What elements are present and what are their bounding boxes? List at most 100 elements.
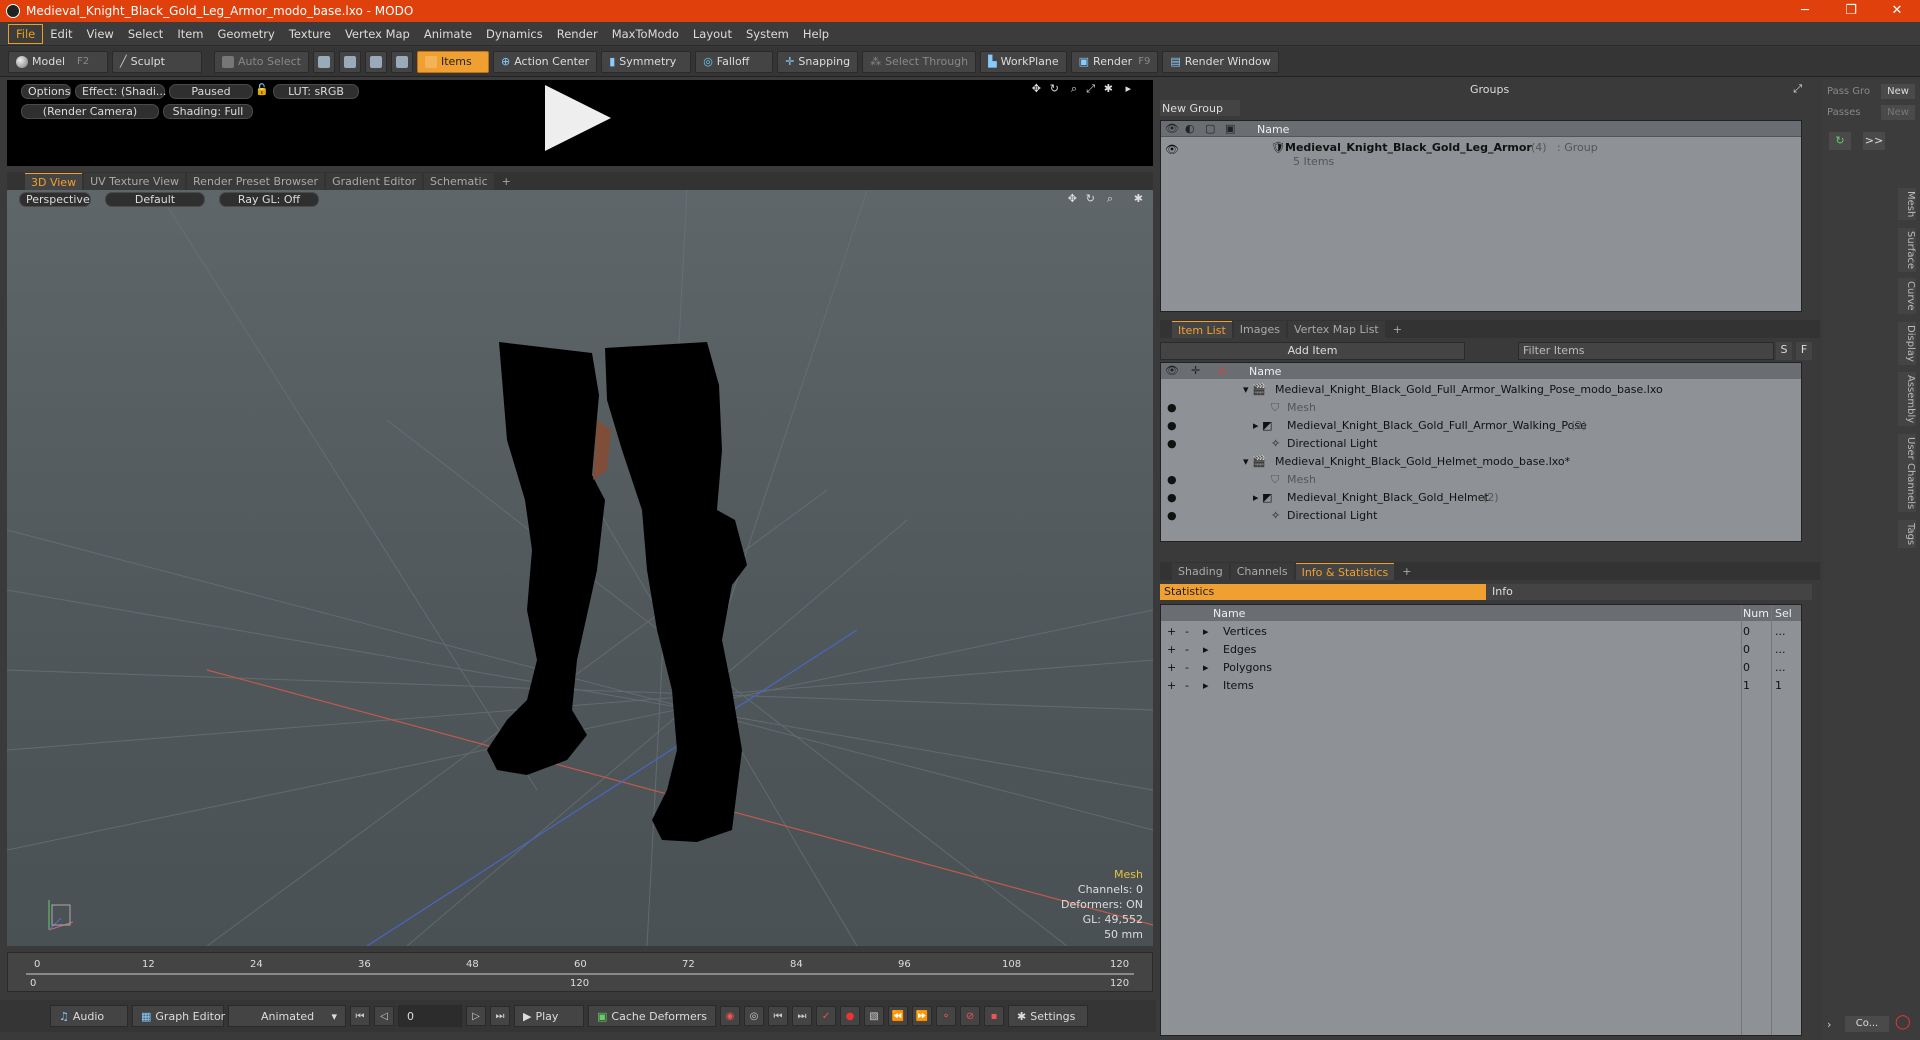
falloff-button[interactable]: ◎ Falloff xyxy=(695,50,774,73)
list-item[interactable]: ▾ 🎬 Medieval_Knight_Black_Gold_Full_Armor… xyxy=(1161,381,1801,399)
list-item[interactable]: ● ✧ Directional Light xyxy=(1161,435,1801,453)
tab-render-preset-browser[interactable]: Render Preset Browser xyxy=(187,173,325,190)
viewport-rotate-icon[interactable]: ↻ xyxy=(1086,192,1095,205)
tab-info-statistics[interactable]: Info & Statistics xyxy=(1295,563,1395,580)
menu-item[interactable]: Item xyxy=(170,25,210,43)
jump-prev-icon[interactable]: ⏪ xyxy=(888,1006,909,1026)
menu-file[interactable]: File xyxy=(8,23,44,44)
tab-vertex-map-list[interactable]: Vertex Map List xyxy=(1287,321,1385,338)
model-mode-button[interactable]: Model F2 xyxy=(8,50,108,73)
tab-statistics[interactable]: Statistics xyxy=(1160,584,1486,600)
render-window-button[interactable]: ▤ Render Window xyxy=(1162,50,1279,73)
key-options-icon[interactable]: ▧ xyxy=(864,1006,885,1026)
filter-f-button[interactable]: F xyxy=(1796,342,1812,360)
pan-icon[interactable]: ✥ xyxy=(1032,82,1041,95)
new-pass-button[interactable]: New xyxy=(1881,105,1915,120)
key-set-icon[interactable]: ⚬ xyxy=(936,1006,957,1026)
zoom-icon[interactable]: ⌕ xyxy=(1071,82,1077,96)
menu-dynamics[interactable]: Dynamics xyxy=(479,25,550,43)
preview-lut-dropdown[interactable]: LUT: sRGB xyxy=(273,84,359,99)
eye-icon[interactable]: ● xyxy=(1167,437,1177,450)
sidetab-curve[interactable]: Curve xyxy=(1898,278,1916,314)
menu-select[interactable]: Select xyxy=(121,25,170,43)
eye-icon[interactable]: ● xyxy=(1167,401,1177,414)
vertices-mode-button[interactable] xyxy=(312,50,335,73)
tab-3d-view[interactable]: 3D View xyxy=(25,173,83,190)
tab-shading[interactable]: Shading xyxy=(1172,563,1229,580)
filter-items-field[interactable]: Filter Items xyxy=(1518,342,1774,360)
render-button[interactable]: ▣ Render F9 xyxy=(1070,50,1159,73)
new-pass-group-button[interactable]: New xyxy=(1881,84,1915,99)
symmetry-button[interactable]: ▮ Symmetry xyxy=(601,50,692,73)
polygons-mode-button[interactable] xyxy=(364,50,387,73)
menu-layout[interactable]: Layout xyxy=(686,25,739,43)
style-dropdown[interactable]: Default xyxy=(105,192,205,207)
raygl-dropdown[interactable]: Ray GL: Off xyxy=(219,192,319,207)
preview-effect-dropdown[interactable]: Effect: (Shadi... xyxy=(75,84,166,99)
eye-icon[interactable]: ● xyxy=(1167,509,1177,522)
list-item[interactable]: ● ▸ ◩ Medieval_Knight_Black_Gold_Helmet (2) xyxy=(1161,489,1801,507)
add-item-dropdown[interactable]: Add Item xyxy=(1160,342,1465,360)
eye-icon[interactable]: ● xyxy=(1167,473,1177,486)
sculpt-mode-button[interactable]: ╱ Sculpt xyxy=(112,50,202,73)
go-end-icon[interactable]: ⏭ xyxy=(490,1006,510,1026)
select-through-button[interactable]: ⁂ Select Through xyxy=(862,50,977,73)
group-row[interactable]: 👁 🛡 Medieval_Knight_Black_Gold_Leg_Armor… xyxy=(1161,139,1801,168)
key-filter-icon[interactable]: ✓ xyxy=(816,1006,837,1026)
key-icon[interactable]: ◉ xyxy=(720,1006,741,1026)
menu-view[interactable]: View xyxy=(80,25,121,43)
list-item[interactable]: ● ⛉ Mesh xyxy=(1161,399,1801,417)
animation-mode-dropdown[interactable]: Animated ▾ xyxy=(228,1005,346,1027)
audio-button[interactable]: ♫ Audio xyxy=(50,1005,128,1027)
key-delete-icon[interactable]: ▪ xyxy=(984,1006,1005,1026)
projection-dropdown[interactable]: Perspective xyxy=(19,192,91,207)
arrow-right-icon[interactable]: ▸ xyxy=(1125,82,1131,95)
sidetab-tags[interactable]: Tags xyxy=(1898,520,1916,549)
menu-vertex-map[interactable]: Vertex Map xyxy=(338,25,417,43)
tab-schematic[interactable]: Schematic xyxy=(424,173,494,190)
preview-camera-dropdown[interactable]: (Render Camera) xyxy=(21,104,159,119)
go-start-icon[interactable]: ⏮ xyxy=(350,1006,370,1026)
menu-geometry[interactable]: Geometry xyxy=(211,25,282,43)
viewport-3d[interactable]: Perspective Default Ray GL: Off ✥ ↻ ⌕ ✱ … xyxy=(7,190,1153,946)
preview-options-button[interactable]: Options xyxy=(21,84,71,99)
sidetab-surface[interactable]: Surface xyxy=(1898,228,1916,273)
table-row[interactable]: + - ▸ Vertices 0... xyxy=(1161,623,1801,641)
add-tab-button[interactable]: + xyxy=(1396,563,1417,580)
viewport-gear-icon[interactable]: ✱ xyxy=(1134,192,1143,205)
list-item[interactable]: ▾ 🎬 Medieval_Knight_Black_Gold_Helmet_mod… xyxy=(1161,453,1801,471)
new-group-button[interactable]: New Group xyxy=(1160,100,1240,116)
eye-icon[interactable]: 👁 xyxy=(1165,143,1179,156)
sidetab-user-channels[interactable]: User Channels xyxy=(1898,434,1916,513)
frame-field[interactable]: 0 xyxy=(398,1005,462,1027)
add-tab-button[interactable]: + xyxy=(1387,321,1408,338)
more-button[interactable]: >> xyxy=(1863,132,1885,150)
key-clear-icon[interactable]: ⊘ xyxy=(960,1006,981,1026)
menu-render[interactable]: Render xyxy=(550,25,605,43)
tab-info[interactable]: Info xyxy=(1486,584,1812,600)
eye-icon[interactable]: ● xyxy=(1167,491,1177,504)
next-key-icon[interactable]: ⏭ xyxy=(792,1006,813,1026)
list-item[interactable]: ● ✧ Directional Light xyxy=(1161,507,1801,525)
sidetab-display[interactable]: Display xyxy=(1898,322,1916,365)
action-center-button[interactable]: ⊕ Action Center xyxy=(492,50,598,73)
materials-mode-button[interactable] xyxy=(390,50,413,73)
filter-s-button[interactable]: S xyxy=(1776,342,1792,360)
menu-texture[interactable]: Texture xyxy=(282,25,338,43)
eye-icon[interactable]: ● xyxy=(1167,419,1177,432)
items-mode-button[interactable]: Items xyxy=(416,50,489,73)
refresh-icon[interactable]: ↻ xyxy=(1829,132,1851,150)
expand-icon[interactable]: ⤢ xyxy=(1793,82,1802,96)
co-button[interactable]: Co... xyxy=(1845,1016,1889,1032)
record-icon[interactable]: ● xyxy=(840,1006,861,1026)
auto-key-icon[interactable]: ◎ xyxy=(744,1006,765,1026)
table-row[interactable]: + - ▸ Items 1 1 xyxy=(1161,677,1801,695)
jump-next-icon[interactable]: ⏩ xyxy=(912,1006,933,1026)
tab-uv-texture-view[interactable]: UV Texture View xyxy=(84,173,186,190)
viewport-zoom-icon[interactable]: ⌕ xyxy=(1107,192,1113,206)
tab-channels[interactable]: Channels xyxy=(1230,563,1294,580)
preview-paused-button[interactable]: Paused xyxy=(169,84,253,99)
step-back-icon[interactable]: ◁ xyxy=(374,1006,394,1026)
add-tab-button[interactable]: + xyxy=(496,173,517,190)
menu-system[interactable]: System xyxy=(739,25,796,43)
